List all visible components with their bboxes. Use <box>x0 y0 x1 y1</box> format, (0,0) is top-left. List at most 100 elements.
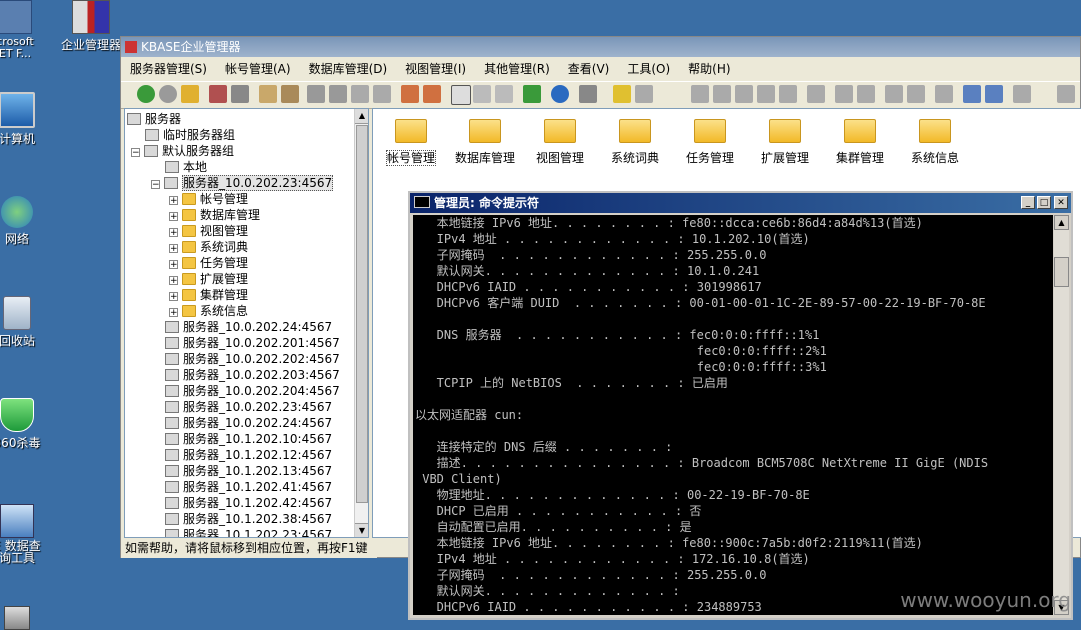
tree-folder[interactable]: + 帐号管理 <box>169 191 248 207</box>
antivirus-icon[interactable]: 360杀毒 <box>0 398 52 451</box>
refresh-icon[interactable] <box>523 85 541 103</box>
tool-icon-7[interactable] <box>835 85 853 103</box>
recycle-bin-icon[interactable]: 回收站 <box>0 296 52 349</box>
database-management-icon[interactable]: 数据库管理 <box>445 115 525 166</box>
tool-icon-10[interactable] <box>907 85 925 103</box>
tree-icon[interactable] <box>259 85 277 103</box>
maximize-icon[interactable]: □ <box>1037 196 1051 209</box>
expand-icon[interactable]: + <box>169 244 178 254</box>
minimize-icon[interactable]: _ <box>1021 196 1035 209</box>
system-info-icon[interactable]: 系统信息 <box>895 115 975 166</box>
database-gray-icon[interactable] <box>231 85 249 103</box>
table-icon[interactable] <box>351 85 369 103</box>
server-icon[interactable] <box>307 85 325 103</box>
app-icon[interactable]: crosoft ET F... <box>0 0 50 60</box>
menu-view-management[interactable]: 视图管理(I) <box>396 58 475 80</box>
tree-local[interactable]: 本地 <box>165 159 207 175</box>
cmd-scroll-thumb[interactable] <box>1054 257 1069 287</box>
expand-icon[interactable]: + <box>169 260 178 270</box>
tree-root[interactable]: 服务器 <box>127 111 181 127</box>
tree-server[interactable]: 服务器_10.1.202.23:4567 <box>165 527 332 537</box>
expand-icon[interactable]: + <box>169 308 178 318</box>
back-icon[interactable] <box>137 85 155 103</box>
tool-icon-1[interactable] <box>691 85 709 103</box>
forward-icon[interactable] <box>159 85 177 103</box>
tree-server[interactable]: 服务器_10.0.202.203:4567 <box>165 367 340 383</box>
expand-icon[interactable]: + <box>169 228 178 238</box>
tree-scroll-thumb[interactable] <box>356 125 368 503</box>
up-icon[interactable] <box>181 85 199 103</box>
network-icon[interactable]: 网络 <box>0 196 52 247</box>
account-management-icon[interactable]: 帐号管理 <box>371 115 451 166</box>
expand-icon[interactable]: + <box>169 276 178 286</box>
tool-icon-4[interactable] <box>757 85 775 103</box>
select-icon[interactable] <box>451 85 471 105</box>
grid-icon[interactable] <box>579 85 597 103</box>
tool-icon-14[interactable] <box>1057 85 1075 103</box>
key-icon[interactable] <box>613 85 631 103</box>
menu-help[interactable]: 帮助(H) <box>679 58 739 80</box>
tree-folder[interactable]: + 系统词典 <box>169 239 248 255</box>
edit-icon[interactable] <box>473 85 491 103</box>
tree-folder[interactable]: + 系统信息 <box>169 303 248 319</box>
disk-icon[interactable] <box>635 85 653 103</box>
tool-icon-13[interactable] <box>985 85 1003 103</box>
help-icon[interactable] <box>551 85 569 103</box>
collapse-icon[interactable]: − <box>151 180 160 190</box>
tree-alt-icon[interactable] <box>281 85 299 103</box>
tree-server[interactable]: 服务器_10.0.202.204:4567 <box>165 383 340 399</box>
system-dictionary-icon[interactable]: 系统词典 <box>595 115 675 166</box>
tree-server[interactable]: 服务器_10.0.202.24:4567 <box>165 415 332 431</box>
tool-icon-8[interactable] <box>857 85 875 103</box>
enterprise-manager-icon[interactable]: 企业管理器 <box>56 0 126 53</box>
scroll-up-icon[interactable]: ▲ <box>1054 215 1069 230</box>
tree-group-temp[interactable]: 临时服务器组 <box>145 127 235 143</box>
menu-database[interactable]: 数据库管理(D) <box>300 58 397 80</box>
tool-icon-6[interactable] <box>807 85 825 103</box>
tree-folder[interactable]: + 任务管理 <box>169 255 248 271</box>
tree-server[interactable]: 服务器_10.1.202.10:4567 <box>165 431 332 447</box>
tree-server[interactable]: 服务器_10.1.202.12:4567 <box>165 447 332 463</box>
expand-icon[interactable]: + <box>169 212 178 222</box>
data-query-icon[interactable]: E 数据查 询工具 <box>0 504 52 564</box>
tool-icon-11[interactable] <box>935 85 953 103</box>
tree-server[interactable]: 服务器_10.1.202.38:4567 <box>165 511 332 527</box>
users-icon[interactable] <box>401 85 419 103</box>
collapse-icon[interactable]: − <box>131 148 140 158</box>
properties-icon[interactable] <box>495 85 513 103</box>
cmd-output[interactable]: 本地链接 IPv6 地址. . . . . . . . : fe80::dcca… <box>413 215 1053 615</box>
tree-folder[interactable]: + 视图管理 <box>169 223 248 239</box>
cmd-title-bar[interactable]: 管理员: 命令提示符 _ □ ✕ <box>410 193 1071 213</box>
server-desktop-icon[interactable] <box>4 606 30 630</box>
tree-folder[interactable]: + 集群管理 <box>169 287 248 303</box>
tool-icon-12[interactable] <box>963 85 981 103</box>
tree-server[interactable]: 服务器_10.0.202.202:4567 <box>165 351 340 367</box>
computer-icon[interactable]: 计算机 <box>0 92 52 147</box>
tree-scrollbar[interactable]: ▲ ▼ <box>354 109 368 537</box>
tree-server[interactable]: 服务器_10.1.202.41:4567 <box>165 479 332 495</box>
expand-icon[interactable]: + <box>169 196 178 206</box>
tool-icon-9[interactable] <box>885 85 903 103</box>
menu-account[interactable]: 帐号管理(A) <box>216 58 300 80</box>
tree-active-server[interactable]: − 服务器_10.0.202.23:4567 <box>151 175 334 191</box>
task-management-icon[interactable]: 任务管理 <box>670 115 750 166</box>
search-icon[interactable] <box>1013 85 1031 103</box>
tree-server[interactable]: 服务器_10.0.202.201:4567 <box>165 335 340 351</box>
tool-icon-2[interactable] <box>713 85 731 103</box>
scroll-up-icon[interactable]: ▲ <box>355 109 368 124</box>
tree-group-default[interactable]: − 默认服务器组 <box>131 143 234 159</box>
scroll-down-icon[interactable]: ▼ <box>355 523 368 537</box>
tree-server[interactable]: 服务器_10.1.202.42:4567 <box>165 495 332 511</box>
menu-other[interactable]: 其他管理(R) <box>475 58 559 80</box>
close-icon[interactable]: ✕ <box>1054 196 1068 209</box>
cmd-scrollbar[interactable]: ▲ ▼ <box>1054 215 1069 615</box>
user-icon[interactable] <box>423 85 441 103</box>
tree-folder[interactable]: + 扩展管理 <box>169 271 248 287</box>
table-alt-icon[interactable] <box>373 85 391 103</box>
menu-server[interactable]: 服务器管理(S) <box>121 58 216 80</box>
tree-server[interactable]: 服务器_10.1.202.13:4567 <box>165 463 332 479</box>
extension-management-icon[interactable]: 扩展管理 <box>745 115 825 166</box>
menu-tools[interactable]: 工具(O) <box>618 58 679 80</box>
view-management-icon[interactable]: 视图管理 <box>520 115 600 166</box>
tree-server[interactable]: 服务器_10.0.202.23:4567 <box>165 399 332 415</box>
